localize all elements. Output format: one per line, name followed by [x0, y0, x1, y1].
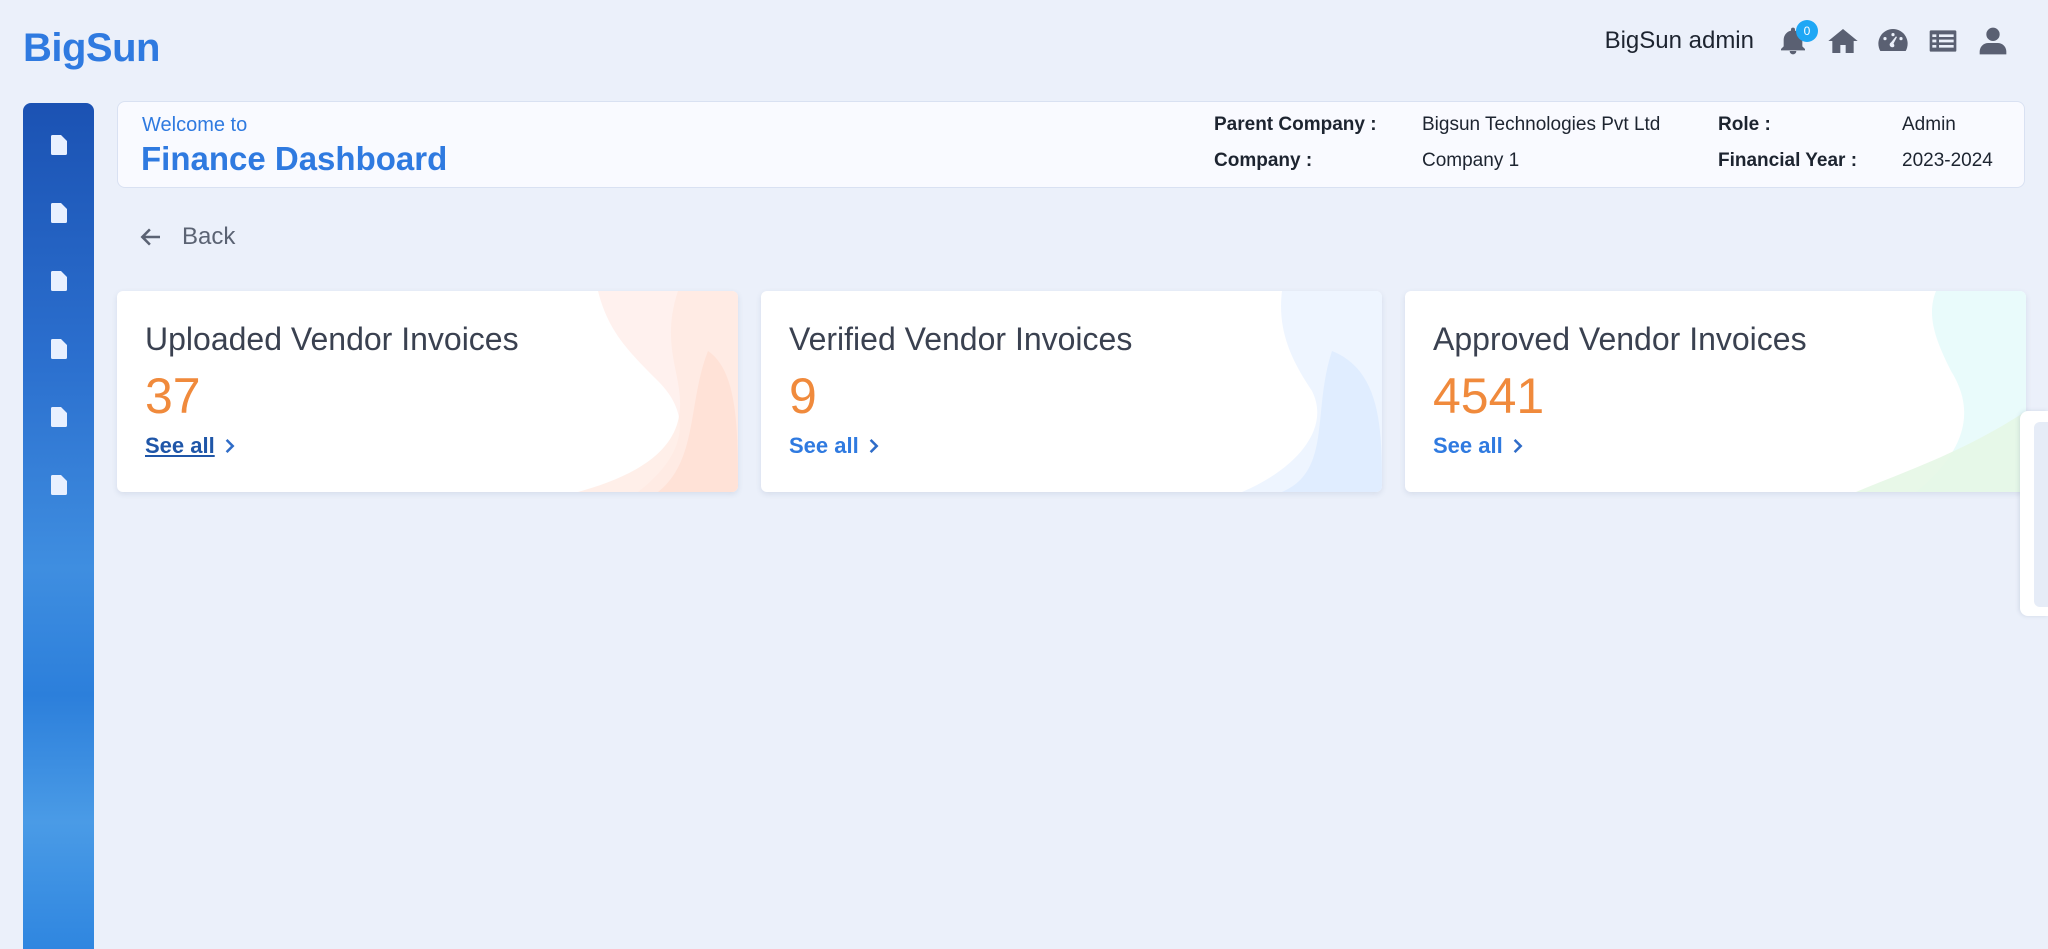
parent-company-value: Bigsun Technologies Pvt Ltd	[1422, 114, 1661, 135]
card-value: 9	[789, 368, 817, 424]
dashboard-gauge-icon[interactable]	[1876, 24, 1910, 58]
side-drawer-handle[interactable]	[2020, 411, 2048, 616]
card-title: Verified Vendor Invoices	[789, 321, 1133, 357]
home-icon[interactable]	[1826, 24, 1860, 58]
user-icon[interactable]	[1976, 24, 2010, 58]
see-all-link[interactable]: See all	[789, 433, 881, 459]
card-value: 37	[145, 368, 201, 424]
card-decoration	[578, 291, 738, 492]
topbar-right: BigSun admin 0	[1605, 18, 2010, 64]
document-icon	[50, 135, 67, 155]
document-icon	[50, 407, 67, 427]
arrow-left-icon	[140, 228, 160, 246]
card-decoration	[1856, 291, 2026, 492]
card-title: Approved Vendor Invoices	[1433, 321, 1807, 357]
verified-invoices-card: Verified Vendor Invoices 9 See all	[761, 291, 1382, 492]
sidebar-item-2[interactable]	[47, 201, 71, 225]
list-icon[interactable]	[1926, 24, 1960, 58]
card-value: 4541	[1433, 368, 1545, 424]
approved-invoices-card: Approved Vendor Invoices 4541 See all	[1405, 291, 2026, 492]
company-info: Parent Company : Bigsun Technologies Pvt…	[1214, 114, 2022, 172]
side-drawer-inner	[2034, 422, 2048, 607]
company-label: Company :	[1214, 150, 1313, 171]
see-all-label: See all	[145, 433, 215, 458]
see-all-label: See all	[789, 433, 859, 458]
sidebar	[23, 103, 94, 949]
document-icon	[50, 203, 67, 223]
uploaded-invoices-card: Uploaded Vendor Invoices 37 See all	[117, 291, 738, 492]
app-logo[interactable]: BigSun	[23, 26, 160, 71]
document-icon	[50, 475, 67, 495]
sidebar-item-1[interactable]	[47, 133, 71, 157]
financial-year-value: 2023-2024	[1902, 150, 1993, 171]
sidebar-item-5[interactable]	[47, 405, 71, 429]
sidebar-item-3[interactable]	[47, 269, 71, 293]
document-icon	[50, 271, 67, 291]
role-label: Role :	[1718, 114, 1771, 135]
welcome-text: Welcome to	[142, 114, 248, 136]
page-title: Finance Dashboard	[141, 140, 448, 177]
chevron-right-icon	[1513, 439, 1523, 453]
role-value: Admin	[1902, 114, 1956, 135]
financial-year-label: Financial Year :	[1718, 150, 1858, 171]
sidebar-item-4[interactable]	[47, 337, 71, 361]
user-name[interactable]: BigSun admin	[1605, 27, 1754, 55]
back-label: Back	[182, 223, 236, 250]
see-all-link[interactable]: See all	[1433, 433, 1525, 459]
welcome-header: Welcome to Finance Dashboard Parent Comp…	[117, 101, 2025, 188]
see-all-label: See all	[1433, 433, 1503, 458]
parent-company-label: Parent Company :	[1214, 114, 1377, 135]
chevron-right-icon	[869, 439, 879, 453]
notification-badge: 0	[1796, 20, 1818, 42]
bell-icon[interactable]: 0	[1776, 20, 1818, 58]
card-decoration	[1242, 291, 1382, 492]
sidebar-item-6[interactable]	[47, 473, 71, 497]
company-value: Company 1	[1422, 150, 1520, 171]
back-button[interactable]: Back	[138, 223, 235, 251]
see-all-link[interactable]: See all	[145, 433, 237, 459]
chevron-right-icon	[225, 439, 235, 453]
card-title: Uploaded Vendor Invoices	[145, 321, 519, 357]
document-icon	[50, 339, 67, 359]
